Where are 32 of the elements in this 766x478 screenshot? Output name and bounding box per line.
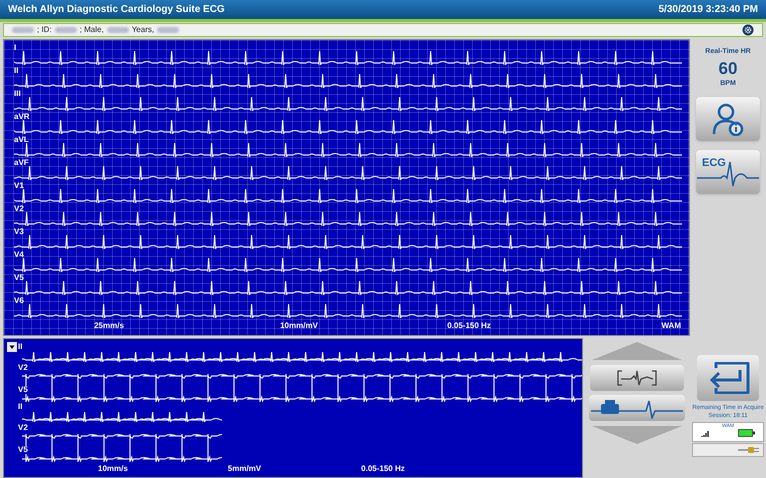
lead-label: III — [14, 90, 21, 98]
lead-label: V5 — [14, 274, 24, 282]
lead-label: II — [18, 403, 24, 411]
lead-label: II — [18, 343, 24, 351]
lead-label: V4 — [14, 251, 24, 259]
rhythm-setting-label: 5mm/mV — [228, 463, 262, 475]
date-time: 5/30/2019 3:23:40 PM — [658, 2, 758, 17]
lead-label: V3 — [14, 228, 24, 236]
rhythm-setting-label: 0.05-150 Hz — [361, 463, 405, 475]
hr-value: 60 — [718, 58, 738, 79]
patient-info-text: Years, — [132, 24, 154, 36]
lead-label: aVF — [14, 159, 29, 167]
lead-label: V6 — [14, 297, 24, 305]
lead-label: aVL — [14, 136, 29, 144]
ecg-button[interactable]: ECG — [696, 150, 760, 194]
lead-label: V2 — [18, 364, 29, 372]
ecg-setting-label: 0.05-150 Hz — [446, 320, 492, 332]
patient-info-text: ; Male, — [80, 24, 104, 36]
lead-label: V5 — [18, 446, 29, 454]
lead-label: aVR — [14, 113, 30, 121]
ecg-setting-label: 25mm/s — [93, 320, 125, 332]
lead-label: V1 — [14, 182, 24, 190]
lead-label: V2 — [14, 205, 24, 213]
window-title: Welch Allyn Diagnostic Cardiology Suite ECG — [8, 2, 225, 17]
ecg-setting-label: WAM — [660, 320, 682, 332]
lead-label: I — [14, 44, 16, 52]
rhythm-setting-label: 10mm/s — [98, 463, 128, 475]
lead-label: V2 — [18, 424, 29, 432]
lead-label: II — [14, 67, 18, 75]
ecg-setting-label: 10mm/mV — [279, 320, 319, 332]
patient-info-text: ; ID: — [37, 24, 52, 36]
lead-label: V5 — [18, 386, 29, 394]
